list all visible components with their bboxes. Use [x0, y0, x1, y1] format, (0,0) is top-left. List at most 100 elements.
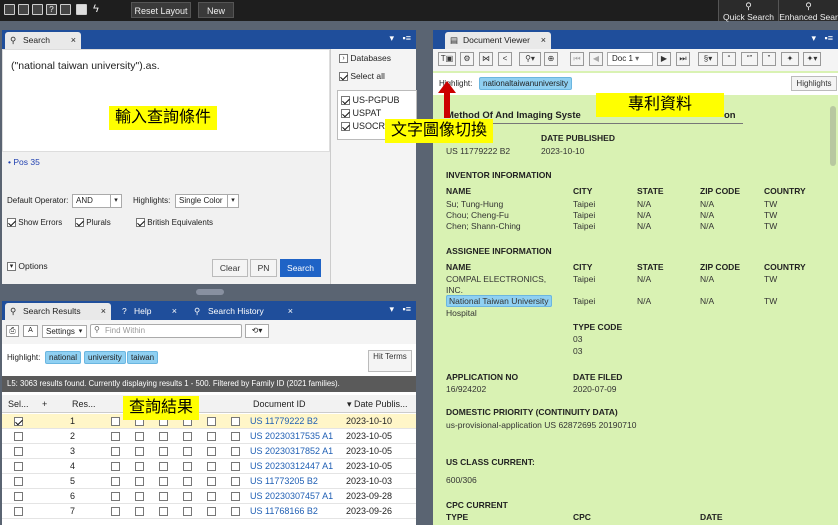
- row-flag-checkbox[interactable]: [159, 447, 168, 457]
- show-errors-checkbox[interactable]: Show Errors: [7, 218, 62, 228]
- row-select-checkbox[interactable]: [14, 447, 23, 457]
- open-icon[interactable]: [4, 4, 15, 15]
- row-flag-checkbox[interactable]: [183, 447, 192, 457]
- table-row[interactable]: 6 US 20230307457 A1 2023-09-28: [2, 489, 416, 504]
- row-flag-checkbox[interactable]: [183, 462, 192, 472]
- save-icon[interactable]: [60, 4, 71, 15]
- find-within-input[interactable]: ⚲ Find Within: [90, 324, 242, 338]
- select-all-checkbox[interactable]: Select all: [339, 71, 385, 82]
- row-flag-checkbox[interactable]: [111, 477, 120, 487]
- tag-icon[interactable]: ✦: [781, 52, 799, 66]
- col-document-id[interactable]: Document ID: [253, 397, 306, 412]
- close-icon[interactable]: ×: [172, 303, 177, 320]
- hit-terms-button[interactable]: Hit Terms: [368, 350, 412, 372]
- dropdown-icon[interactable]: ▾: [389, 33, 394, 44]
- row-select-checkbox[interactable]: [14, 477, 23, 487]
- text-image-toggle-icon[interactable]: T▣: [438, 52, 456, 66]
- row-flag-checkbox[interactable]: [111, 432, 120, 442]
- last-doc-icon[interactable]: ⏭: [676, 52, 690, 66]
- db-uspgpub[interactable]: US-PGPUB: [341, 95, 400, 106]
- row-flag-checkbox[interactable]: [135, 477, 144, 487]
- highlights-button[interactable]: Highlights: [791, 76, 837, 91]
- col-result[interactable]: Res...: [72, 397, 96, 412]
- row-flag-checkbox[interactable]: [207, 477, 216, 487]
- highlight-term[interactable]: university: [84, 351, 126, 364]
- us-class-link[interactable]: 600/306: [446, 475, 477, 485]
- british-checkbox[interactable]: British Equivalents: [136, 218, 213, 228]
- next-doc-icon[interactable]: ▶: [657, 52, 671, 66]
- row-flag-checkbox[interactable]: [135, 432, 144, 442]
- highlight-term[interactable]: taiwan: [127, 351, 159, 364]
- row-flag-checkbox[interactable]: [207, 417, 216, 427]
- highlight-term[interactable]: national: [45, 351, 82, 364]
- document-id-link[interactable]: US 20230317535 A1: [250, 429, 333, 444]
- row-flag-checkbox[interactable]: [111, 462, 120, 472]
- reset-layout-button[interactable]: Reset Layout: [131, 2, 191, 18]
- row-flag-checkbox[interactable]: [135, 492, 144, 502]
- query-options-icon[interactable]: ⟲▾: [245, 324, 269, 338]
- dropdown-icon[interactable]: ▾: [811, 33, 816, 44]
- quote-close-icon[interactable]: ”: [762, 52, 776, 66]
- row-flag-checkbox[interactable]: [159, 432, 168, 442]
- document-id-link[interactable]: US 11768166 B2: [250, 504, 318, 519]
- table-row[interactable]: 4 US 20230312447 A1 2023-10-05: [2, 459, 416, 474]
- share-icon[interactable]: <: [498, 52, 512, 66]
- pn-button[interactable]: PN: [250, 259, 277, 277]
- bracket-icon[interactable]: ⋈: [479, 52, 493, 66]
- row-flag-checkbox[interactable]: [231, 492, 240, 502]
- row-flag-checkbox[interactable]: [207, 462, 216, 472]
- row-flag-checkbox[interactable]: [231, 477, 240, 487]
- document-id-link[interactable]: US 20230317852 A1: [250, 444, 333, 459]
- close-icon[interactable]: ×: [541, 32, 546, 49]
- panel-menu-icon[interactable]: ▪≡: [403, 33, 411, 43]
- row-flag-checkbox[interactable]: [231, 507, 240, 517]
- highlight-select[interactable]: Single Color ▾: [175, 194, 239, 208]
- databases-header[interactable]: › Databases: [339, 53, 391, 64]
- col-plus[interactable]: +: [42, 397, 47, 412]
- row-flag-checkbox[interactable]: [135, 507, 144, 517]
- quote-open-icon[interactable]: “: [722, 52, 736, 66]
- row-flag-checkbox[interactable]: [159, 507, 168, 517]
- document-id-link[interactable]: US 20230307457 A1: [250, 489, 333, 504]
- tab-document-viewer[interactable]: ▤ Document Viewer ×: [445, 32, 551, 49]
- col-select[interactable]: Sel...: [8, 397, 29, 412]
- close-icon[interactable]: ×: [101, 303, 106, 320]
- close-icon[interactable]: ×: [288, 303, 293, 320]
- row-flag-checkbox[interactable]: [183, 432, 192, 442]
- row-flag-checkbox[interactable]: [207, 447, 216, 457]
- table-row[interactable]: 2 US 20230317535 A1 2023-10-05: [2, 429, 416, 444]
- row-select-checkbox[interactable]: [14, 417, 23, 427]
- row-flag-checkbox[interactable]: [231, 432, 240, 442]
- row-flag-checkbox[interactable]: [111, 447, 120, 457]
- row-flag-checkbox[interactable]: [135, 462, 144, 472]
- quick-search-button[interactable]: ⚲ Quick Search: [718, 0, 778, 22]
- print-icon[interactable]: ⎙: [6, 325, 19, 337]
- plurals-checkbox[interactable]: Plurals: [75, 218, 111, 228]
- row-flag-checkbox[interactable]: [231, 447, 240, 457]
- row-flag-checkbox[interactable]: [111, 492, 120, 502]
- note-icon[interactable]: [76, 4, 87, 15]
- gear-icon[interactable]: ⚙: [460, 52, 474, 66]
- row-flag-checkbox[interactable]: [183, 477, 192, 487]
- section-icon[interactable]: §▾: [698, 52, 718, 66]
- doc-nav-field[interactable]: Doc 1 ▾: [607, 52, 653, 66]
- search-button[interactable]: Search: [280, 259, 321, 277]
- operator-select[interactable]: AND ▾: [72, 194, 122, 208]
- enhanced-search-button[interactable]: ⚲ Enhanced Sear: [778, 0, 838, 22]
- font-icon[interactable]: A: [23, 325, 38, 337]
- new-button[interactable]: New: [198, 2, 234, 18]
- copy-icon[interactable]: [18, 4, 29, 15]
- row-select-checkbox[interactable]: [14, 432, 23, 442]
- row-select-checkbox[interactable]: [14, 492, 23, 502]
- dropdown-icon[interactable]: ▾: [389, 304, 394, 315]
- row-flag-checkbox[interactable]: [207, 492, 216, 502]
- first-doc-icon[interactable]: ⏮: [570, 52, 584, 66]
- more-icon[interactable]: ✦▾: [803, 52, 821, 66]
- table-row[interactable]: 7 US 11768166 B2 2023-09-26: [2, 504, 416, 519]
- quote-double-icon[interactable]: “”: [741, 52, 758, 66]
- row-flag-checkbox[interactable]: [207, 507, 216, 517]
- row-flag-checkbox[interactable]: [231, 462, 240, 472]
- panel-menu-icon[interactable]: ▪≡: [825, 33, 833, 43]
- search-icon[interactable]: ⚲▾: [519, 52, 541, 66]
- row-select-checkbox[interactable]: [14, 462, 23, 472]
